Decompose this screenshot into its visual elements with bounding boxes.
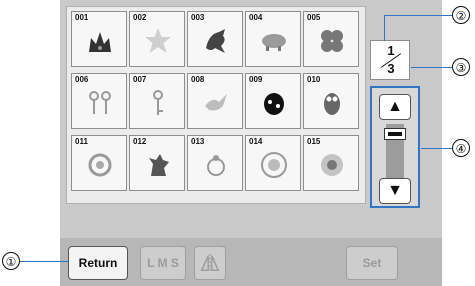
dragon-icon [206, 29, 225, 53]
tile-number: 001 [75, 13, 89, 22]
pattern-tile-001[interactable]: 001 [71, 11, 127, 67]
tile-number: 006 [75, 75, 89, 84]
pig-icon [262, 34, 286, 51]
tile-number: 008 [191, 75, 205, 84]
size-button[interactable]: L M S [140, 246, 186, 280]
callout-1-line [20, 261, 68, 262]
ornament-icon [88, 153, 112, 177]
ladybug-icon [264, 93, 284, 115]
callout-3-line [411, 67, 452, 68]
pattern-tile-014[interactable]: 014 [245, 135, 301, 191]
callout-3: ③ [452, 58, 470, 76]
scroll-down-button[interactable]: ▼ [379, 178, 411, 204]
set-button[interactable]: Set [346, 246, 398, 280]
tile-number: 002 [133, 13, 147, 22]
pattern-tile-008[interactable]: 008 [187, 73, 243, 129]
tile-number: 015 [307, 137, 321, 146]
clover-icon [321, 30, 343, 52]
scroll-up-button[interactable]: ▲ [379, 94, 411, 120]
pattern-tile-015[interactable]: 015 [303, 135, 359, 191]
floral-medallion-icon [261, 152, 287, 178]
star-icon [145, 28, 171, 53]
callout-2: ② [452, 6, 470, 24]
pattern-tile-007[interactable]: 007 [129, 73, 185, 129]
total-pages: 3 [387, 61, 395, 76]
tile-number: 011 [75, 137, 88, 146]
mirror-icon [200, 253, 220, 273]
embroidery-screen: 001 002 003 004 005 006 007 008 009 010 … [60, 0, 442, 286]
return-button[interactable]: Return [68, 246, 128, 280]
keys-pair-icon [89, 91, 111, 114]
callout-2-drop [384, 15, 385, 41]
key-icon [153, 90, 163, 115]
tile-number: 004 [249, 13, 263, 22]
tile-number: 010 [307, 75, 321, 84]
pattern-tile-011[interactable]: 011 [71, 135, 127, 191]
owl-icon [324, 93, 340, 115]
scroll-controls: ▲ ▼ [370, 86, 420, 208]
flower-icon [321, 154, 343, 176]
bottom-toolbar: Return L M S Set [60, 238, 442, 286]
callout-2-line [384, 15, 452, 16]
ornament-small-icon [207, 155, 225, 176]
tile-number: 003 [191, 13, 205, 22]
current-page: 1 [387, 43, 395, 58]
lion-crest-icon [149, 154, 169, 176]
page-indicator: 1 3 [370, 40, 410, 80]
tile-number: 005 [307, 13, 321, 22]
tile-number: 014 [249, 137, 263, 146]
pattern-tile-010[interactable]: 010 [303, 73, 359, 129]
tile-number: 012 [133, 137, 147, 146]
dove-icon [205, 94, 227, 111]
callout-4-line [421, 148, 452, 149]
crown-icon [89, 32, 111, 52]
pattern-tile-002[interactable]: 002 [129, 11, 185, 67]
pattern-tile-006[interactable]: 006 [71, 73, 127, 129]
mirror-button[interactable] [194, 246, 226, 280]
tile-number: 007 [133, 75, 147, 84]
pattern-tile-013[interactable]: 013 [187, 135, 243, 191]
pattern-tile-005[interactable]: 005 [303, 11, 359, 67]
scroll-thumb[interactable] [384, 128, 406, 140]
pattern-tile-012[interactable]: 012 [129, 135, 185, 191]
callout-1: ① [2, 252, 20, 270]
pattern-tile-003[interactable]: 003 [187, 11, 243, 67]
pattern-grid: 001 002 003 004 005 006 007 008 009 010 … [66, 6, 366, 204]
tile-number: 013 [191, 137, 205, 146]
pattern-tile-004[interactable]: 004 [245, 11, 301, 67]
tile-number: 009 [249, 75, 263, 84]
pattern-tile-009[interactable]: 009 [245, 73, 301, 129]
callout-4: ④ [452, 139, 470, 157]
